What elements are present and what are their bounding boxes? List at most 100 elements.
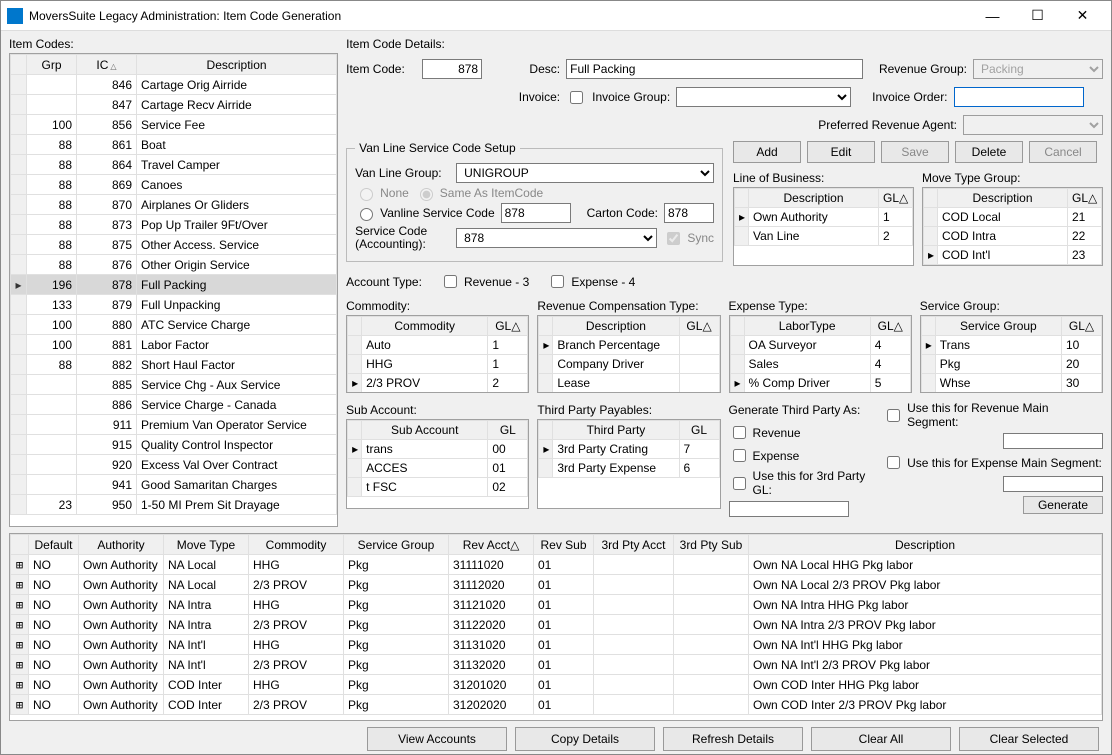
col-movetype[interactable]: Move Type xyxy=(164,535,249,555)
account-row[interactable]: ⊞NOOwn AuthorityNA Int'l2/3 PROVPkg31132… xyxy=(11,655,1102,675)
grid-row[interactable]: COD Intra22 xyxy=(924,227,1102,246)
account-row[interactable]: ⊞NOOwn AuthorityNA LocalHHGPkg3111102001… xyxy=(11,555,1102,575)
vanline-none-radio[interactable] xyxy=(360,188,373,201)
item-code-row[interactable]: 239501-50 MI Prem Sit Drayage xyxy=(11,495,337,515)
cancel-button[interactable]: Cancel xyxy=(1029,141,1097,163)
item-code-row[interactable]: 88876Other Origin Service xyxy=(11,255,337,275)
item-code-row[interactable]: 88864Travel Camper xyxy=(11,155,337,175)
account-row[interactable]: ⊞NOOwn AuthorityNA Intra2/3 PROVPkg31122… xyxy=(11,615,1102,635)
vanline-service-code-radio[interactable] xyxy=(360,208,373,221)
accounts-grid[interactable]: Default Authority Move Type Commodity Se… xyxy=(9,533,1103,721)
subacct-grid[interactable]: Sub AccountGL ▸trans00ACCES01t FSC02 xyxy=(346,419,529,509)
view-accounts-button[interactable]: View Accounts xyxy=(367,727,507,751)
add-button[interactable]: Add xyxy=(733,141,801,163)
item-code-row[interactable]: 88870Airplanes Or Gliders xyxy=(11,195,337,215)
grid-row[interactable]: 3rd Party Expense6 xyxy=(539,459,719,478)
grid-row[interactable]: Pkg20 xyxy=(921,355,1101,374)
delete-button[interactable]: Delete xyxy=(955,141,1023,163)
grid-row[interactable]: Whse30 xyxy=(921,374,1101,393)
grid-row[interactable]: HHG1 xyxy=(348,355,528,374)
vanline-same-radio[interactable] xyxy=(420,188,433,201)
col-default[interactable]: Default xyxy=(29,535,79,555)
gtpa-revenue-checkbox[interactable] xyxy=(733,426,746,439)
use-rev-main-seg-checkbox[interactable] xyxy=(887,409,900,422)
col-3rdptysub[interactable]: 3rd Pty Sub xyxy=(674,535,749,555)
item-code-row[interactable]: 100856Service Fee xyxy=(11,115,337,135)
clear-selected-button[interactable]: Clear Selected xyxy=(959,727,1099,751)
copy-details-button[interactable]: Copy Details xyxy=(515,727,655,751)
grid-row[interactable]: ▸2/3 PROV2 xyxy=(348,374,528,393)
revenue-checkbox[interactable] xyxy=(444,275,457,288)
col-revacct[interactable]: Rev Acct△ xyxy=(449,535,534,555)
col-servicegroup[interactable]: Service Group xyxy=(344,535,449,555)
grid-row[interactable]: ▸3rd Party Crating7 xyxy=(539,440,719,459)
item-codes-grid[interactable]: Grp IC△ Description 846Cartage Orig Airr… xyxy=(9,53,338,527)
use-3rdparty-gl-checkbox[interactable] xyxy=(733,477,746,490)
invoice-group-select[interactable] xyxy=(676,87,851,107)
grid-row[interactable]: ACCES01 xyxy=(348,459,528,478)
rev-main-seg-input[interactable] xyxy=(1003,433,1103,449)
grid-row[interactable]: COD Local21 xyxy=(924,208,1102,227)
account-row[interactable]: ⊞NOOwn AuthorityNA Int'lHHGPkg3113102001… xyxy=(11,635,1102,655)
vanline-service-code-input[interactable] xyxy=(501,203,571,223)
third-party-gl-input[interactable] xyxy=(729,501,849,517)
grid-row[interactable]: Auto1 xyxy=(348,336,528,355)
item-code-row[interactable]: 88869Canoes xyxy=(11,175,337,195)
service-code-accounting-select[interactable]: 878 xyxy=(456,228,657,248)
use-exp-main-seg-checkbox[interactable] xyxy=(887,456,900,469)
lob-grid[interactable]: DescriptionGL△ ▸Own Authority1Van Line2 xyxy=(733,187,914,266)
generate-button[interactable]: Generate xyxy=(1023,496,1103,514)
item-code-row[interactable]: 846Cartage Orig Airride xyxy=(11,75,337,95)
item-code-row[interactable]: 915Quality Control Inspector xyxy=(11,435,337,455)
col-description[interactable]: Description xyxy=(749,535,1102,555)
grid-row[interactable]: ▸COD Int'l23 xyxy=(924,246,1102,265)
grid-row[interactable]: Van Line2 xyxy=(735,227,913,246)
account-row[interactable]: ⊞NOOwn AuthorityCOD Inter2/3 PROVPkg3120… xyxy=(11,695,1102,715)
col-authority[interactable]: Authority xyxy=(79,535,164,555)
col-3rdptyacct[interactable]: 3rd Pty Acct xyxy=(594,535,674,555)
sync-checkbox[interactable] xyxy=(667,232,680,245)
account-row[interactable]: ⊞NOOwn AuthorityNA IntraHHGPkg3112102001… xyxy=(11,595,1102,615)
item-code-row[interactable]: 88875Other Access. Service xyxy=(11,235,337,255)
grid-row[interactable]: Sales4 xyxy=(730,355,910,374)
mtg-grid[interactable]: DescriptionGL△ COD Local21COD Intra22▸CO… xyxy=(922,187,1103,266)
grid-row[interactable]: Company Driver xyxy=(539,355,719,374)
account-row[interactable]: ⊞NOOwn AuthorityCOD InterHHGPkg312010200… xyxy=(11,675,1102,695)
maximize-button[interactable]: ☐ xyxy=(1015,2,1060,30)
vanline-group-select[interactable]: UNIGROUP xyxy=(456,163,714,183)
commodity-grid[interactable]: CommodityGL△ Auto1HHG1▸2/3 PROV2 xyxy=(346,315,529,393)
col-grp[interactable]: Grp xyxy=(27,55,77,75)
item-code-row[interactable]: 88861Boat xyxy=(11,135,337,155)
save-button[interactable]: Save xyxy=(881,141,949,163)
invoice-order-input[interactable] xyxy=(954,87,1084,107)
grid-row[interactable]: Lease xyxy=(539,374,719,393)
item-code-row[interactable]: 88882Short Haul Factor xyxy=(11,355,337,375)
refresh-details-button[interactable]: Refresh Details xyxy=(663,727,803,751)
item-code-input[interactable] xyxy=(422,59,482,79)
grid-row[interactable]: ▸Branch Percentage xyxy=(539,336,719,355)
account-row[interactable]: ⊞NOOwn AuthorityNA Local2/3 PROVPkg31112… xyxy=(11,575,1102,595)
exptype-grid[interactable]: LaborTypeGL△ OA Surveyor4Sales4▸% Comp D… xyxy=(729,315,912,393)
carton-code-input[interactable] xyxy=(664,203,714,223)
grid-row[interactable]: ▸trans00 xyxy=(348,440,528,459)
desc-input[interactable] xyxy=(566,59,863,79)
item-code-row[interactable]: 847Cartage Recv Airride xyxy=(11,95,337,115)
rct-grid[interactable]: DescriptionGL△ ▸Branch PercentageCompany… xyxy=(537,315,720,393)
revenue-group-select[interactable]: Packing xyxy=(973,59,1103,79)
close-button[interactable]: ✕ xyxy=(1060,2,1105,30)
item-code-row[interactable]: 886Service Charge - Canada xyxy=(11,395,337,415)
tpp-grid[interactable]: Third PartyGL ▸3rd Party Crating73rd Par… xyxy=(537,419,720,509)
item-code-row[interactable]: 100880ATC Service Charge xyxy=(11,315,337,335)
item-code-row[interactable]: ▸196878Full Packing xyxy=(11,275,337,295)
col-desc[interactable]: Description xyxy=(137,55,337,75)
gtpa-expense-checkbox[interactable] xyxy=(733,449,746,462)
grid-row[interactable]: ▸Trans10 xyxy=(921,336,1101,355)
col-ic[interactable]: IC△ xyxy=(77,55,137,75)
grid-row[interactable]: t FSC02 xyxy=(348,478,528,497)
grid-row[interactable]: ▸% Comp Driver5 xyxy=(730,374,910,393)
grid-row[interactable]: ▸Own Authority1 xyxy=(735,208,913,227)
grid-row[interactable]: OA Surveyor4 xyxy=(730,336,910,355)
edit-button[interactable]: Edit xyxy=(807,141,875,163)
item-code-row[interactable]: 911Premium Van Operator Service xyxy=(11,415,337,435)
item-code-row[interactable]: 133879Full Unpacking xyxy=(11,295,337,315)
